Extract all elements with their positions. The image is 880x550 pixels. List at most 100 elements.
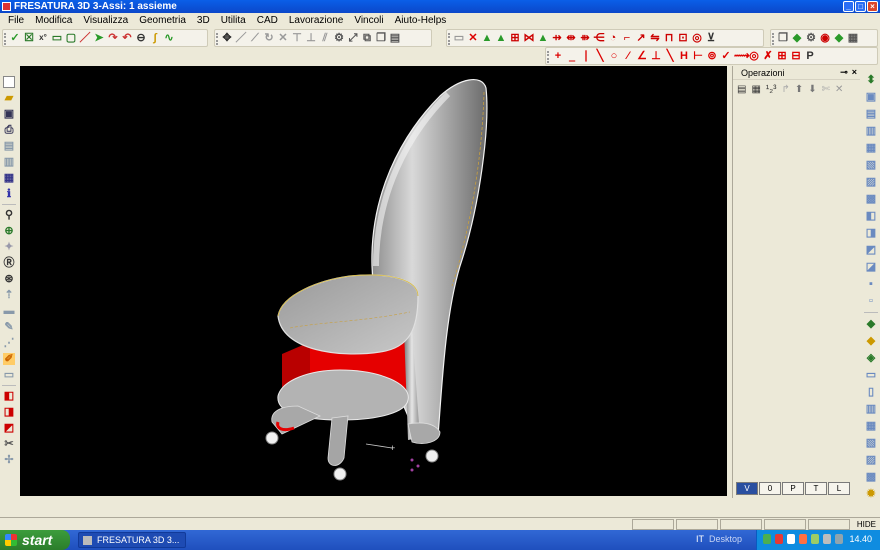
table-icon[interactable]: ▦ [751, 84, 760, 95]
dim-p-icon[interactable]: P [804, 50, 816, 62]
tray-icon[interactable] [799, 534, 807, 544]
remove-icon[interactable]: ✕ [835, 84, 843, 95]
dim-table-icon[interactable]: ⊟ [790, 50, 802, 62]
wire4-icon[interactable]: ▦ [865, 420, 877, 432]
save-icon[interactable]: ▣ [3, 108, 15, 120]
brush-icon[interactable]: ✐ [3, 353, 15, 365]
view-iso-icon[interactable]: ▦ [865, 142, 877, 154]
rectangle-icon[interactable]: ▭ [51, 32, 63, 44]
dim-spring-icon[interactable]: ⟿ [734, 50, 750, 62]
toolbar-grip[interactable] [772, 33, 775, 45]
menu-file[interactable]: File [8, 15, 24, 26]
up-triangle3-icon[interactable]: ▲ [537, 32, 549, 44]
sketch-icon[interactable]: ▬ [3, 305, 15, 317]
tray-icon[interactable] [811, 534, 819, 544]
view-left-icon[interactable]: ◧ [865, 210, 877, 222]
pin-icon[interactable]: ⇡ [3, 289, 15, 301]
ruler-icon[interactable]: ⊞ [509, 32, 521, 44]
break-icon[interactable]: ⇋ [649, 32, 661, 44]
trim-icon[interactable]: ⊤ [291, 32, 303, 44]
pencil-icon[interactable]: ✎ [3, 321, 15, 333]
dim-x-icon[interactable]: ✗ [762, 50, 774, 62]
view-custom3-icon[interactable]: ▪ [865, 278, 877, 290]
menu-visualizza[interactable]: Visualizza [83, 15, 128, 26]
tab-t[interactable]: T [805, 482, 827, 495]
clock[interactable]: 14.40 [849, 534, 872, 544]
perpendicular-icon[interactable]: ⊥ [305, 32, 317, 44]
rotate-icon[interactable]: ↻ [263, 32, 275, 44]
3d-viewport[interactable]: + [20, 66, 727, 496]
line-tool-icon[interactable]: ／ [235, 32, 247, 44]
zoom-icon[interactable]: ⚲ [3, 209, 15, 221]
dim-slash-icon[interactable]: ⁄ [622, 50, 634, 62]
chamfer-icon[interactable]: ⌐ [621, 32, 633, 44]
start-button[interactable]: start [0, 530, 70, 550]
list-icon[interactable]: ▤ [737, 84, 746, 95]
wire3-icon[interactable]: ▥ [865, 403, 877, 415]
tools-icon[interactable]: ✄ [822, 84, 830, 95]
move-icon[interactable]: ✥ [221, 32, 233, 44]
print-icon[interactable]: ⎙ [3, 124, 15, 136]
move-up-icon[interactable]: ⬆ [795, 84, 803, 95]
layers-icon[interactable]: ▦ [847, 32, 859, 44]
dim-hbar-icon[interactable]: ⊢ [692, 50, 704, 62]
pan-icon[interactable]: ✦ [3, 241, 15, 253]
dim-ring-icon[interactable]: ◎ [748, 50, 760, 62]
tray-icon[interactable] [787, 534, 795, 544]
mirror-icon[interactable]: ⧉ [361, 32, 373, 44]
tab-l[interactable]: L [828, 482, 850, 495]
cross-icon[interactable]: ✕ [277, 32, 289, 44]
tray-icon[interactable] [763, 534, 771, 544]
wire7-icon[interactable]: ▩ [865, 471, 877, 483]
spline-icon[interactable]: ∿ [163, 32, 175, 44]
view-bottom-icon[interactable]: ▩ [865, 193, 877, 205]
curve-icon[interactable]: ∫ [149, 32, 161, 44]
panel-close-icon[interactable]: × [852, 67, 857, 78]
view-back-icon[interactable]: ▨ [865, 176, 877, 188]
horizontal-icon[interactable]: ⇹ [565, 32, 577, 44]
redo-icon[interactable]: ↱ [781, 84, 789, 95]
scale-icon[interactable]: ⤢ [347, 32, 359, 44]
menu-lavorazione[interactable]: Lavorazione [289, 15, 343, 26]
shade3-icon[interactable]: ◈ [865, 352, 877, 364]
dim-h-icon[interactable]: H [678, 50, 690, 62]
extend-icon[interactable]: ↗ [635, 32, 647, 44]
copy-icon[interactable]: ❐ [375, 32, 387, 44]
arrow-icon[interactable]: ➤ [93, 32, 105, 44]
menu-geometria[interactable]: Geometria [139, 15, 186, 26]
dim-check-icon[interactable]: ✓ [720, 50, 732, 62]
delete-icon[interactable]: ✕ [467, 32, 479, 44]
fillet-icon[interactable]: ◔ [607, 32, 619, 44]
tab-p[interactable]: P [782, 482, 804, 495]
minimize-button[interactable]: _ [843, 1, 854, 12]
cube-icon[interactable]: ◆ [791, 32, 803, 44]
menu-vincoli[interactable]: Vincoli [354, 15, 383, 26]
circle-icon[interactable]: ⊖ [135, 32, 147, 44]
arrow-split-icon[interactable]: ⇸ [551, 32, 563, 44]
dim-grid-icon[interactable]: ⊞ [776, 50, 788, 62]
pipe-icon[interactable]: ⊡ [677, 32, 689, 44]
view-top-icon[interactable]: ▣ [865, 91, 877, 103]
tab-0[interactable]: 0 [759, 482, 781, 495]
toolbar-grip[interactable] [448, 33, 451, 45]
close-button[interactable]: × [867, 1, 878, 12]
dim-vline-icon[interactable]: ∣ [580, 50, 592, 62]
operations-list[interactable] [733, 98, 860, 482]
line-icon[interactable]: ／ [79, 32, 91, 44]
offset-icon[interactable]: ⫽ [319, 32, 331, 44]
zoom-in-icon[interactable]: ⊕ [3, 225, 15, 237]
maximize-button[interactable]: □ [855, 1, 866, 12]
join-icon[interactable]: ⋲ [593, 32, 605, 44]
align-bottom-icon[interactable]: ⊻ [705, 32, 717, 44]
dim-cross-icon[interactable]: + [552, 50, 564, 62]
toolbar-grip[interactable] [547, 51, 550, 63]
axis-up-icon[interactable]: ⬍ [865, 74, 877, 86]
dim-target-icon[interactable]: ⊚ [706, 50, 718, 62]
dim-circle-icon[interactable]: ○ [608, 50, 620, 62]
measure-icon[interactable]: ✂ [3, 438, 15, 450]
arc2-icon[interactable]: ↶ [121, 32, 133, 44]
target-view-icon[interactable]: ⊛ [3, 273, 15, 285]
layer-icon[interactable]: ▭ [3, 369, 15, 381]
shade2-icon[interactable]: ◆ [865, 335, 877, 347]
tray-icon[interactable] [835, 534, 843, 544]
